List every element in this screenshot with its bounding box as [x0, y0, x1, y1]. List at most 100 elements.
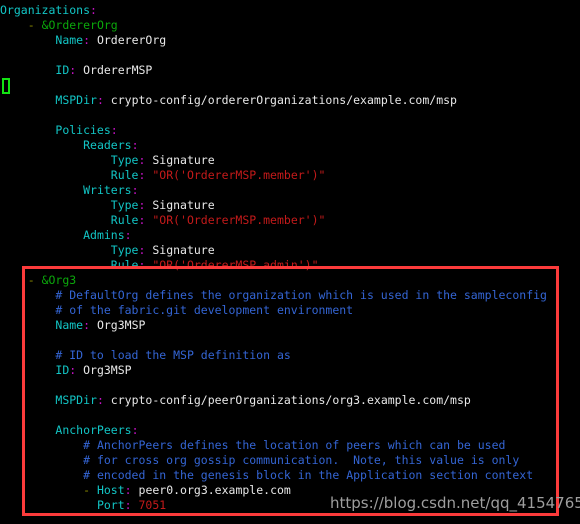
code-line: Readers: — [0, 138, 580, 153]
code-line: MSPDir: crypto-config/peerOrganizations/… — [0, 393, 580, 408]
list-dash: - — [83, 483, 97, 497]
yaml-anchor: &Org3 — [41, 273, 77, 287]
code-line: # encoded in the genesis block in the Ap… — [0, 468, 580, 483]
terminal-window[interactable]: Organizations: - &OrdererOrg Name: Order… — [0, 0, 580, 524]
code-comment: # DefaultOrg defines the organization wh… — [55, 288, 547, 302]
code-comment: # for cross org gossip communication. No… — [83, 453, 520, 467]
text-cursor — [2, 78, 10, 94]
code-comment: # of the fabric.git development environm… — [55, 303, 354, 317]
yaml-key: ID — [55, 63, 70, 77]
yaml-key: Readers — [83, 138, 132, 152]
yaml-string: "OR('OrdererMSP.member')" — [145, 168, 326, 182]
yaml-code-listing[interactable]: Organizations: - &OrdererOrg Name: Order… — [0, 3, 580, 513]
code-line: Writers: — [0, 183, 580, 198]
yaml-key: Host — [96, 483, 125, 497]
yaml-colon: : — [124, 228, 132, 242]
code-line: Rule: "OR('OrdererMSP.admin')" — [0, 258, 580, 273]
code-comment: # encoded in the genesis block in the Ap… — [83, 468, 534, 482]
yaml-value: Org3MSP — [90, 318, 146, 332]
code-line: Type: Signature — [0, 153, 580, 168]
yaml-key: Type — [110, 198, 139, 212]
yaml-value: Signature — [145, 243, 215, 257]
code-line: # AnchorPeers defines the location of pe… — [0, 438, 580, 453]
code-line: Rule: "OR('OrdererMSP.member')" — [0, 213, 580, 228]
yaml-key: Rule — [110, 213, 139, 227]
yaml-key: ID — [55, 363, 70, 377]
yaml-anchor: &OrdererOrg — [41, 18, 118, 32]
code-line: Name: Org3MSP — [0, 318, 580, 333]
list-dash: - — [27, 18, 42, 32]
yaml-key: Type — [110, 153, 139, 167]
yaml-colon: : — [124, 483, 132, 497]
code-line: Rule: "OR('OrdererMSP.member')" — [0, 168, 580, 183]
yaml-key: Type — [110, 243, 139, 257]
code-line: # ID to load the MSP definition as — [0, 348, 580, 363]
yaml-colon: : — [90, 3, 97, 17]
yaml-colon: : — [96, 93, 104, 107]
yaml-key: Port — [96, 498, 125, 512]
code-line: Policies: — [0, 123, 580, 138]
code-line: # DefaultOrg defines the organization wh… — [0, 288, 580, 303]
code-line: Organizations: — [0, 3, 580, 18]
yaml-colon: : — [131, 138, 139, 152]
yaml-value: crypto-config/peerOrganizations/org3.exa… — [103, 393, 471, 407]
yaml-string: "OR('OrdererMSP.member')" — [145, 213, 326, 227]
code-line: # of the fabric.git development environm… — [0, 303, 580, 318]
csdn-watermark: https://blog.csdn.net/qq_41547659 — [330, 494, 580, 512]
code-line: - &OrdererOrg — [0, 18, 580, 33]
yaml-value: Org3MSP — [76, 363, 132, 377]
yaml-key: Writers — [83, 183, 132, 197]
code-line: # for cross org gossip communication. No… — [0, 453, 580, 468]
yaml-key: Name — [55, 33, 84, 47]
code-comment: # ID to load the MSP definition as — [55, 348, 291, 362]
code-comment: # AnchorPeers defines the location of pe… — [83, 438, 506, 452]
yaml-key: Policies — [55, 123, 111, 137]
code-line: - &Org3 — [0, 273, 580, 288]
yaml-string: "OR('OrdererMSP.admin')" — [145, 258, 319, 272]
yaml-key: MSPDir — [55, 93, 97, 107]
code-line: MSPDir: crypto-config/ordererOrganizatio… — [0, 93, 580, 108]
code-line: Type: Signature — [0, 198, 580, 213]
yaml-key: Organizations — [0, 3, 91, 17]
list-dash: - — [27, 273, 42, 287]
code-line: Type: Signature — [0, 243, 580, 258]
yaml-colon: : — [83, 33, 91, 47]
yaml-value: OrdererOrg — [90, 33, 167, 47]
yaml-number: 7051 — [131, 498, 167, 512]
yaml-value: peer0.org3.example.com — [131, 483, 291, 497]
code-line: ID: Org3MSP — [0, 363, 580, 378]
yaml-key: Admins — [83, 228, 125, 242]
code-line: Name: OrdererOrg — [0, 33, 580, 48]
